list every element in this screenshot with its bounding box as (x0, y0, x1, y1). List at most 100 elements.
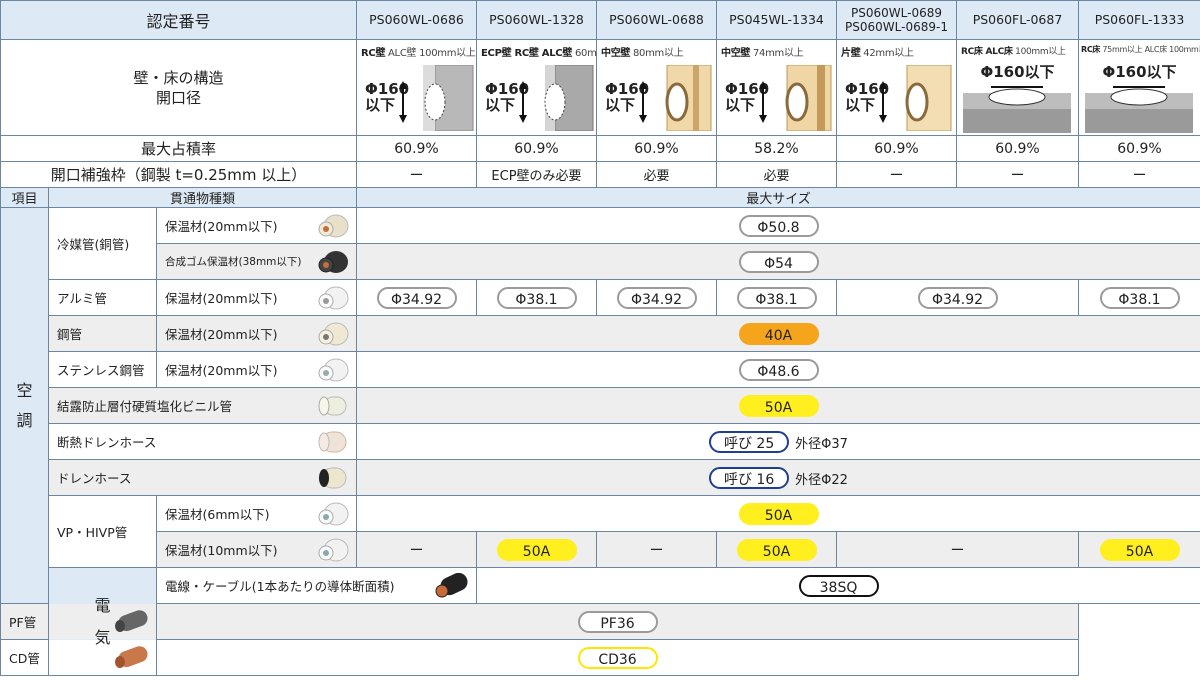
pf-label: PF管 (9, 615, 37, 630)
max-size-pill: PF36 (577, 610, 658, 633)
rubber-insulated-pipe-icon (318, 250, 348, 273)
cert-number-header: 認定番号 (0, 0, 357, 40)
wall-opening-icon (879, 64, 952, 131)
cable-icon (435, 572, 468, 597)
steel-label: 鋼管 (48, 315, 157, 352)
insulation-label: 保温材(10mm以下) (165, 543, 278, 558)
reinforce-value: ー (956, 161, 1079, 188)
max-size-pill: 50A (738, 502, 819, 525)
aluminum-pipe-icon (318, 286, 349, 309)
alumi-label: アルミ管 (48, 279, 157, 316)
pf-pipe-icon (115, 609, 148, 632)
pvc-label: 結露防止層付硬質塩化ビニル管 (57, 399, 233, 414)
insulation-label: 保温材(20mm以下) (165, 327, 278, 342)
max-size-pill: Φ38.1 (1099, 286, 1180, 309)
max-size-header: 最大サイズ (356, 187, 1200, 208)
spec-table: 認定番号 PS060WL-0686 PS060WL-1328 PS060WL-0… (0, 0, 1200, 676)
insulation-label: 保温材(20mm以下) (165, 363, 278, 378)
max-size-pill: Φ34.92 (917, 286, 998, 309)
cd-label: CD管 (9, 651, 40, 666)
wall-opening-icon (519, 64, 594, 131)
type-header: 貫通物種類 (48, 187, 357, 208)
cable-label: 電線・ケーブル(1本あたりの導体断面積) (165, 579, 395, 594)
cd-pipe-icon (115, 645, 148, 668)
outer-diameter-note: 外径Φ37 (795, 436, 848, 452)
max-size-pill: 呼び 16 (709, 466, 790, 489)
reinforce-value: 必要 (596, 161, 717, 188)
stainless-label: ステンレス鋼管 (48, 351, 157, 388)
max-size-pill: 50A (736, 538, 817, 561)
vp-label: VP・HIVP管 (48, 495, 157, 568)
pvc-pipe-icon (318, 396, 347, 415)
max-size-pill: 40A (738, 322, 819, 345)
max-size-dash: ー (596, 531, 717, 568)
insulation-label: 保温材(20mm以下) (165, 291, 278, 306)
max-size-pill: Φ34.92 (376, 286, 457, 309)
stainless-pipe-icon (318, 358, 349, 381)
occupancy-value: 60.9% (1078, 135, 1200, 162)
insulated-drain-label: 断熱ドレンホース (57, 435, 157, 450)
insulation-label: 保温材(6mm以下) (165, 507, 270, 522)
max-size-pill: Φ38.1 (496, 286, 577, 309)
drain-label: ドレンホース (57, 471, 132, 486)
occupancy-value: 60.9% (596, 135, 717, 162)
drain-hose-icon (319, 467, 347, 488)
reinforce-value: ー (356, 161, 477, 188)
max-size-pill: Φ50.8 (738, 214, 819, 237)
occupancy-value: 58.2% (716, 135, 837, 162)
product-code: PS060FL-1333 (1078, 0, 1200, 40)
occupancy-value: 60.9% (956, 135, 1079, 162)
refrigerant-label: 冷媒管(銅管) (48, 207, 157, 280)
structure-label: 壁・床の構造 開口径 (0, 39, 357, 136)
occupancy-value: 60.9% (476, 135, 597, 162)
occupancy-label: 最大占積率 (0, 135, 357, 162)
max-size-pill: Φ54 (738, 250, 819, 273)
wall-diagram: RC壁 ALC壁 100mm以上 Φ160 以下 (358, 41, 476, 135)
wall-opening-icon (639, 64, 712, 131)
reinforce-label: 開口補強枠（鋼製 t=0.25mm 以上） (0, 161, 357, 188)
max-size-pill: 38SQ (798, 574, 879, 597)
max-size-pill: Φ34.92 (616, 286, 697, 309)
reinforce-value: ECP壁のみ必要 (476, 161, 597, 188)
max-size-pill: 50A (496, 538, 577, 561)
product-code: PS045WL-1334 (716, 0, 837, 40)
floor-opening-icon (963, 85, 1071, 133)
max-size-pill: 50A (1099, 538, 1180, 561)
insulation-label: 保温材(20mm以下) (165, 219, 278, 234)
max-size-dash: ー (356, 531, 477, 568)
occupancy-value: 60.9% (836, 135, 957, 162)
insulation-label: 合成ゴム保温材(38mm以下) (165, 256, 302, 268)
max-size-pill: Φ38.1 (736, 286, 817, 309)
product-code: PS060WL-1328 (476, 0, 597, 40)
copper-pipe-icon (318, 214, 349, 237)
vp-pipe-icon (318, 502, 349, 525)
wall-opening-icon (399, 64, 474, 131)
max-size-pill: 呼び 25 (709, 430, 790, 453)
max-size-pill: Φ48.6 (738, 358, 819, 381)
product-code: PS060FL-0687 (956, 0, 1079, 40)
wall-diagram: 中空壁 74mm以上 Φ160 以下 (718, 41, 836, 135)
product-code: PS060WL-0689 PS060WL-0689-1 (836, 0, 957, 40)
max-size-dash: ー (836, 531, 1079, 568)
category-aircon: 空 調 (0, 207, 49, 604)
reinforce-value: 必要 (716, 161, 837, 188)
steel-pipe-icon (318, 322, 349, 345)
reinforce-value: ー (1078, 161, 1200, 188)
product-code: PS060WL-0686 (356, 0, 477, 40)
wall-diagram: 中空壁 80mm以上 Φ160 以下 (598, 41, 716, 135)
insulated-drain-hose-icon (318, 431, 347, 452)
item-header: 項目 (0, 187, 49, 208)
max-size-pill: CD36 (577, 646, 658, 669)
vp-pipe-icon (318, 538, 349, 561)
occupancy-value: 60.9% (356, 135, 477, 162)
max-size-pill: 50A (738, 394, 819, 417)
floor-opening-icon (1085, 85, 1193, 133)
reinforce-value: ー (836, 161, 957, 188)
wall-diagram: 片壁 42mm以上 Φ160 以下 (838, 41, 956, 135)
wall-diagram: ECP壁 RC壁 ALC壁 60mm以上 Φ160 以下 (478, 41, 596, 135)
floor-diagram: RC床 ALC床 100mm以上 Φ160以下 (958, 41, 1078, 135)
wall-opening-icon (759, 64, 832, 131)
outer-diameter-note: 外径Φ22 (795, 472, 848, 488)
floor-diagram: RC床 75mm以上 ALC床 100mm以上 Φ160以下 (1080, 41, 1200, 135)
product-code: PS060WL-0688 (596, 0, 717, 40)
